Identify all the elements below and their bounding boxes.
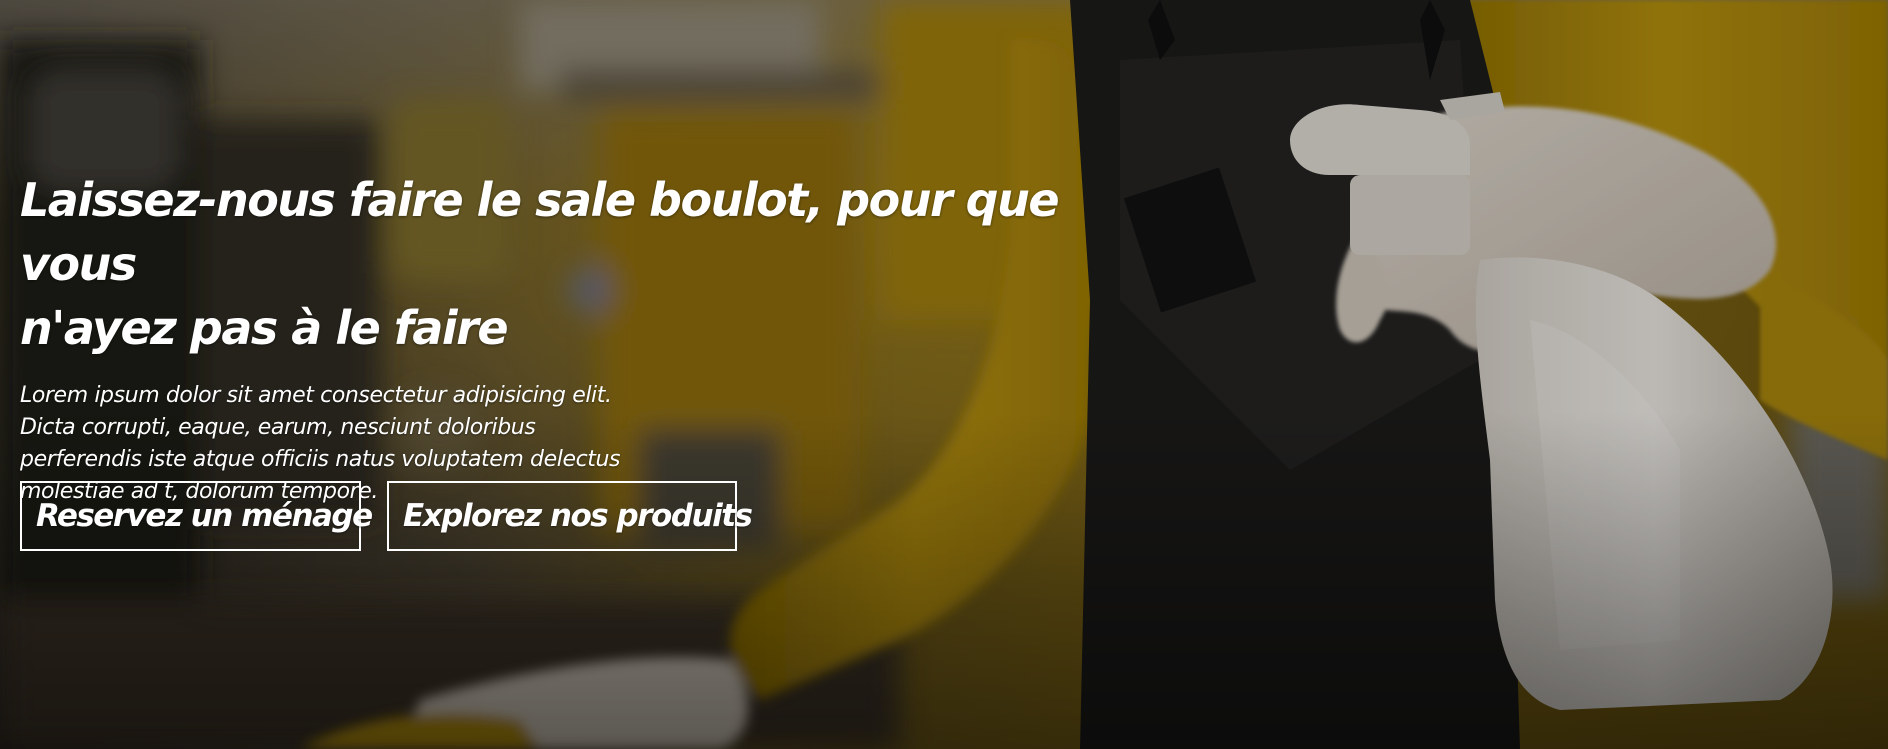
hero-title: Laissez-nous faire le sale boulot, pour … <box>20 168 1140 360</box>
hero-description-line: perferendis iste atque officiis natus vo… <box>20 447 621 472</box>
hero-title-line: Laissez-nous faire le sale boulot, pour … <box>20 173 1060 291</box>
hero-description-line: Lorem ipsum dolor sit amet consectetur a… <box>20 383 612 408</box>
book-cleaning-button[interactable]: Reservez un ménage <box>20 481 373 551</box>
hero-content: Laissez-nous faire le sale boulot, pour … <box>20 168 1140 508</box>
hero-section: Laissez-nous faire le sale boulot, pour … <box>0 0 1888 749</box>
hero-title-line: n'ayez pas à le faire <box>20 301 509 355</box>
explore-products-button[interactable]: Explorez nos produits <box>387 481 753 551</box>
hero-description-line: Dicta corrupti, eaque, earum, nesciunt d… <box>20 415 536 440</box>
